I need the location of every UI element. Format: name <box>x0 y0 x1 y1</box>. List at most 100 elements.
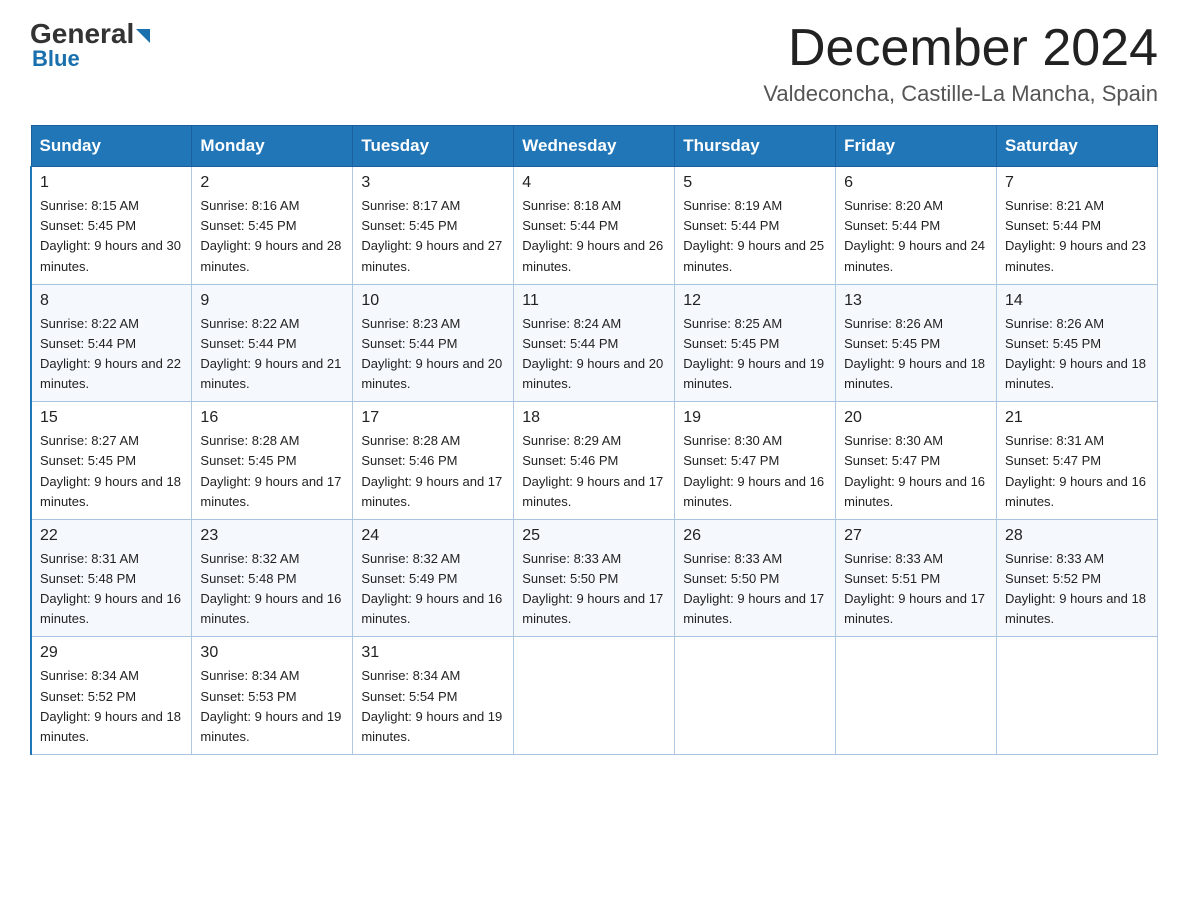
day-info: Sunrise: 8:20 AMSunset: 5:44 PMDaylight:… <box>844 198 985 273</box>
calendar-cell: 1 Sunrise: 8:15 AMSunset: 5:45 PMDayligh… <box>31 167 192 285</box>
day-number: 10 <box>361 292 505 310</box>
calendar-cell: 31 Sunrise: 8:34 AMSunset: 5:54 PMDaylig… <box>353 637 514 755</box>
day-info: Sunrise: 8:30 AMSunset: 5:47 PMDaylight:… <box>844 433 985 508</box>
month-title: December 2024 <box>763 20 1158 77</box>
calendar-cell: 11 Sunrise: 8:24 AMSunset: 5:44 PMDaylig… <box>514 284 675 402</box>
calendar-cell: 25 Sunrise: 8:33 AMSunset: 5:50 PMDaylig… <box>514 519 675 637</box>
day-info: Sunrise: 8:18 AMSunset: 5:44 PMDaylight:… <box>522 198 663 273</box>
weekday-header-thursday: Thursday <box>675 126 836 167</box>
calendar-cell: 10 Sunrise: 8:23 AMSunset: 5:44 PMDaylig… <box>353 284 514 402</box>
day-info: Sunrise: 8:28 AMSunset: 5:45 PMDaylight:… <box>200 433 341 508</box>
calendar-week-row: 22 Sunrise: 8:31 AMSunset: 5:48 PMDaylig… <box>31 519 1158 637</box>
day-number: 9 <box>200 292 344 310</box>
logo-blue: Blue <box>32 46 80 72</box>
day-info: Sunrise: 8:34 AMSunset: 5:52 PMDaylight:… <box>40 668 181 743</box>
day-number: 21 <box>1005 409 1149 427</box>
day-number: 28 <box>1005 527 1149 545</box>
day-number: 24 <box>361 527 505 545</box>
weekday-header-saturday: Saturday <box>997 126 1158 167</box>
day-info: Sunrise: 8:33 AMSunset: 5:51 PMDaylight:… <box>844 551 985 626</box>
calendar-cell: 28 Sunrise: 8:33 AMSunset: 5:52 PMDaylig… <box>997 519 1158 637</box>
day-info: Sunrise: 8:19 AMSunset: 5:44 PMDaylight:… <box>683 198 824 273</box>
day-info: Sunrise: 8:30 AMSunset: 5:47 PMDaylight:… <box>683 433 824 508</box>
calendar-cell: 9 Sunrise: 8:22 AMSunset: 5:44 PMDayligh… <box>192 284 353 402</box>
page-header: General Blue December 2024 Valdeconcha, … <box>30 20 1158 107</box>
calendar-cell: 6 Sunrise: 8:20 AMSunset: 5:44 PMDayligh… <box>836 167 997 285</box>
calendar-cell: 21 Sunrise: 8:31 AMSunset: 5:47 PMDaylig… <box>997 402 1158 520</box>
day-number: 16 <box>200 409 344 427</box>
calendar-cell: 7 Sunrise: 8:21 AMSunset: 5:44 PMDayligh… <box>997 167 1158 285</box>
calendar-table: SundayMondayTuesdayWednesdayThursdayFrid… <box>30 125 1158 755</box>
day-number: 8 <box>40 292 183 310</box>
calendar-week-row: 15 Sunrise: 8:27 AMSunset: 5:45 PMDaylig… <box>31 402 1158 520</box>
weekday-header-wednesday: Wednesday <box>514 126 675 167</box>
day-info: Sunrise: 8:26 AMSunset: 5:45 PMDaylight:… <box>1005 316 1146 391</box>
calendar-cell: 24 Sunrise: 8:32 AMSunset: 5:49 PMDaylig… <box>353 519 514 637</box>
calendar-cell: 20 Sunrise: 8:30 AMSunset: 5:47 PMDaylig… <box>836 402 997 520</box>
calendar-cell: 26 Sunrise: 8:33 AMSunset: 5:50 PMDaylig… <box>675 519 836 637</box>
calendar-week-row: 29 Sunrise: 8:34 AMSunset: 5:52 PMDaylig… <box>31 637 1158 755</box>
calendar-cell: 29 Sunrise: 8:34 AMSunset: 5:52 PMDaylig… <box>31 637 192 755</box>
day-number: 13 <box>844 292 988 310</box>
day-number: 27 <box>844 527 988 545</box>
calendar-cell <box>997 637 1158 755</box>
calendar-cell: 15 Sunrise: 8:27 AMSunset: 5:45 PMDaylig… <box>31 402 192 520</box>
day-info: Sunrise: 8:26 AMSunset: 5:45 PMDaylight:… <box>844 316 985 391</box>
calendar-cell: 27 Sunrise: 8:33 AMSunset: 5:51 PMDaylig… <box>836 519 997 637</box>
calendar-cell: 4 Sunrise: 8:18 AMSunset: 5:44 PMDayligh… <box>514 167 675 285</box>
day-info: Sunrise: 8:33 AMSunset: 5:50 PMDaylight:… <box>522 551 663 626</box>
calendar-cell: 18 Sunrise: 8:29 AMSunset: 5:46 PMDaylig… <box>514 402 675 520</box>
day-info: Sunrise: 8:16 AMSunset: 5:45 PMDaylight:… <box>200 198 341 273</box>
day-info: Sunrise: 8:32 AMSunset: 5:48 PMDaylight:… <box>200 551 341 626</box>
day-info: Sunrise: 8:34 AMSunset: 5:54 PMDaylight:… <box>361 668 502 743</box>
day-info: Sunrise: 8:22 AMSunset: 5:44 PMDaylight:… <box>200 316 341 391</box>
day-info: Sunrise: 8:32 AMSunset: 5:49 PMDaylight:… <box>361 551 502 626</box>
day-number: 12 <box>683 292 827 310</box>
day-number: 25 <box>522 527 666 545</box>
calendar-cell: 23 Sunrise: 8:32 AMSunset: 5:48 PMDaylig… <box>192 519 353 637</box>
location-title: Valdeconcha, Castille-La Mancha, Spain <box>763 81 1158 107</box>
day-info: Sunrise: 8:24 AMSunset: 5:44 PMDaylight:… <box>522 316 663 391</box>
logo-general: General <box>30 20 134 48</box>
calendar-cell: 14 Sunrise: 8:26 AMSunset: 5:45 PMDaylig… <box>997 284 1158 402</box>
day-info: Sunrise: 8:27 AMSunset: 5:45 PMDaylight:… <box>40 433 181 508</box>
day-number: 22 <box>40 527 183 545</box>
day-info: Sunrise: 8:29 AMSunset: 5:46 PMDaylight:… <box>522 433 663 508</box>
day-info: Sunrise: 8:23 AMSunset: 5:44 PMDaylight:… <box>361 316 502 391</box>
title-block: December 2024 Valdeconcha, Castille-La M… <box>763 20 1158 107</box>
calendar-cell: 12 Sunrise: 8:25 AMSunset: 5:45 PMDaylig… <box>675 284 836 402</box>
day-info: Sunrise: 8:33 AMSunset: 5:52 PMDaylight:… <box>1005 551 1146 626</box>
logo: General Blue <box>30 20 150 72</box>
day-number: 7 <box>1005 174 1149 192</box>
logo-arrow-icon <box>136 29 150 43</box>
day-number: 26 <box>683 527 827 545</box>
calendar-cell: 3 Sunrise: 8:17 AMSunset: 5:45 PMDayligh… <box>353 167 514 285</box>
day-number: 5 <box>683 174 827 192</box>
day-info: Sunrise: 8:17 AMSunset: 5:45 PMDaylight:… <box>361 198 502 273</box>
day-info: Sunrise: 8:21 AMSunset: 5:44 PMDaylight:… <box>1005 198 1146 273</box>
day-number: 17 <box>361 409 505 427</box>
calendar-cell: 5 Sunrise: 8:19 AMSunset: 5:44 PMDayligh… <box>675 167 836 285</box>
calendar-cell: 2 Sunrise: 8:16 AMSunset: 5:45 PMDayligh… <box>192 167 353 285</box>
day-info: Sunrise: 8:31 AMSunset: 5:47 PMDaylight:… <box>1005 433 1146 508</box>
calendar-cell: 22 Sunrise: 8:31 AMSunset: 5:48 PMDaylig… <box>31 519 192 637</box>
day-number: 20 <box>844 409 988 427</box>
weekday-header-sunday: Sunday <box>31 126 192 167</box>
calendar-cell: 13 Sunrise: 8:26 AMSunset: 5:45 PMDaylig… <box>836 284 997 402</box>
day-info: Sunrise: 8:22 AMSunset: 5:44 PMDaylight:… <box>40 316 181 391</box>
day-number: 15 <box>40 409 183 427</box>
weekday-header-tuesday: Tuesday <box>353 126 514 167</box>
day-number: 1 <box>40 174 183 192</box>
day-number: 14 <box>1005 292 1149 310</box>
day-info: Sunrise: 8:33 AMSunset: 5:50 PMDaylight:… <box>683 551 824 626</box>
calendar-cell: 30 Sunrise: 8:34 AMSunset: 5:53 PMDaylig… <box>192 637 353 755</box>
calendar-cell: 19 Sunrise: 8:30 AMSunset: 5:47 PMDaylig… <box>675 402 836 520</box>
weekday-header-friday: Friday <box>836 126 997 167</box>
day-number: 11 <box>522 292 666 310</box>
calendar-cell <box>836 637 997 755</box>
day-number: 3 <box>361 174 505 192</box>
day-number: 30 <box>200 644 344 662</box>
day-number: 2 <box>200 174 344 192</box>
day-number: 19 <box>683 409 827 427</box>
day-info: Sunrise: 8:28 AMSunset: 5:46 PMDaylight:… <box>361 433 502 508</box>
